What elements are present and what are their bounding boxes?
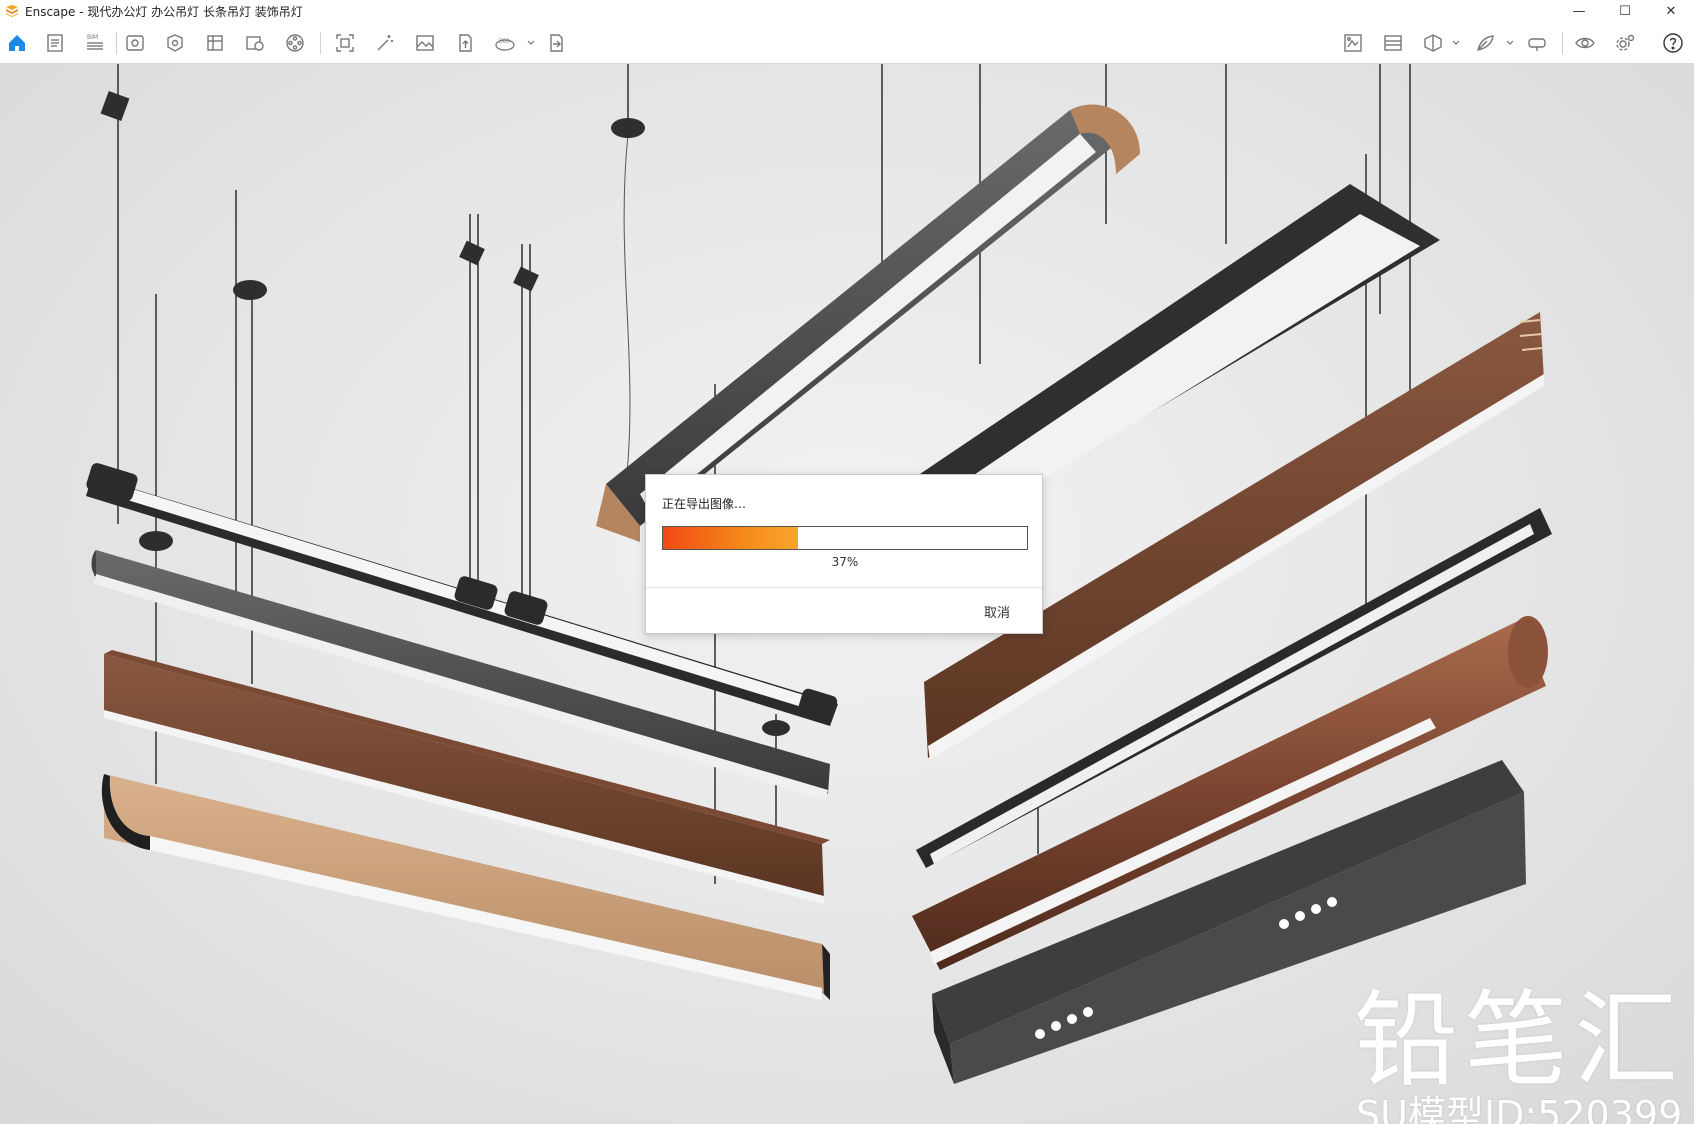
cube-view-icon[interactable]	[1420, 30, 1446, 56]
settings-gear-icon[interactable]	[1612, 30, 1638, 56]
web-export-icon[interactable]	[544, 30, 570, 56]
film-icon[interactable]	[282, 30, 308, 56]
export-progress-dialog: 正在导出图像… 37% 取消	[645, 474, 1043, 634]
feather-icon[interactable]	[1472, 30, 1498, 56]
screenshot-icon[interactable]	[332, 30, 358, 56]
watermark-brand: 铅笔汇	[1354, 979, 1685, 1101]
progress-percent: 37%	[831, 555, 859, 569]
image-icon[interactable]	[412, 30, 438, 56]
vr-headset-icon[interactable]	[1524, 30, 1550, 56]
dialog-divider	[646, 587, 1042, 588]
magic-wand-icon[interactable]	[372, 30, 398, 56]
chevron-down-icon[interactable]	[527, 39, 535, 47]
dialog-title: 正在导出图像…	[662, 497, 747, 511]
eye-icon[interactable]	[1572, 30, 1598, 56]
chevron-down-icon[interactable]	[1452, 39, 1460, 47]
svg-text:BIM: BIM	[87, 34, 98, 41]
enscape-logo-icon	[4, 3, 20, 19]
batch-icon[interactable]	[242, 30, 268, 56]
home-icon[interactable]	[4, 30, 30, 56]
svg-text:360: 360	[499, 38, 511, 45]
upload-icon[interactable]	[452, 30, 478, 56]
toolbar: BIM 360	[0, 22, 1694, 80]
maximize-button[interactable]: ☐	[1602, 0, 1648, 22]
window-title: Enscape - 现代办公灯 办公吊灯 长条吊灯 装饰吊灯	[25, 4, 303, 19]
enscape-window: Enscape - 现代办公灯 办公吊灯 长条吊灯 装饰吊灯 — ☐ ✕ BIM	[0, 0, 1694, 1124]
watermark-model-id: SU模型ID:520399	[1356, 1093, 1683, 1124]
panorama-360-icon[interactable]: 360	[492, 30, 518, 56]
asset-library-icon[interactable]	[1340, 30, 1366, 56]
material-editor-icon[interactable]	[1380, 30, 1406, 56]
video-icon[interactable]	[202, 30, 228, 56]
view-icon[interactable]	[122, 30, 148, 56]
capture-icon[interactable]	[162, 30, 188, 56]
cancel-button[interactable]: 取消	[968, 599, 1026, 623]
bim-icon[interactable]: BIM	[82, 30, 108, 56]
document-icon[interactable]	[42, 30, 68, 56]
chevron-down-icon[interactable]	[1506, 39, 1514, 47]
title-bar: Enscape - 现代办公灯 办公吊灯 长条吊灯 装饰吊灯 — ☐ ✕	[0, 0, 1694, 22]
help-icon[interactable]	[1660, 30, 1686, 56]
progress-bar-fill	[663, 527, 798, 549]
minimize-button[interactable]: —	[1556, 0, 1602, 22]
progress-bar	[662, 526, 1028, 550]
close-button[interactable]: ✕	[1648, 0, 1694, 22]
